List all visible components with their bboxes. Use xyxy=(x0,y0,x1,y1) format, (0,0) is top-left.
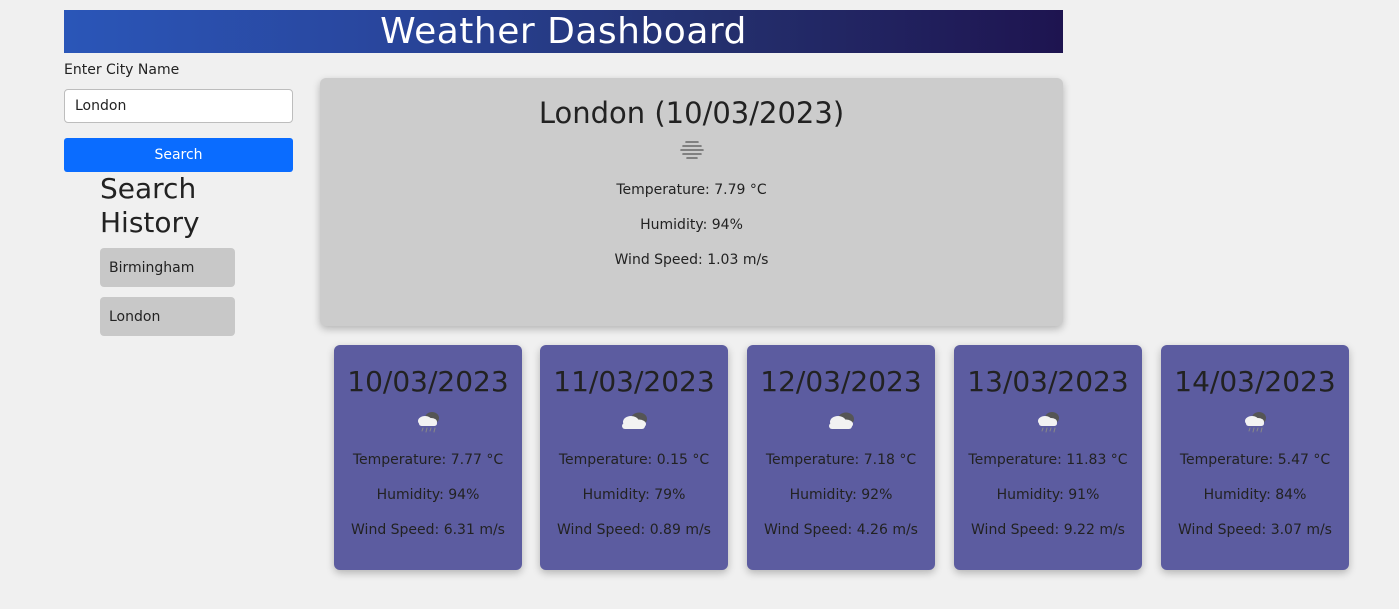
page-title: Weather Dashboard xyxy=(380,11,747,52)
page-header: Weather Dashboard xyxy=(64,10,1063,53)
history-item-birmingham[interactable]: Birmingham xyxy=(100,248,235,287)
cloudy-icon xyxy=(622,412,647,429)
forecast-humidity: Humidity: 91% xyxy=(996,487,1100,503)
rain-cloud-icon xyxy=(1245,412,1266,433)
forecast-card: 12/03/2023 Temperature: 7.18 °C Humidity… xyxy=(747,345,935,570)
city-input-label: Enter City Name xyxy=(64,62,180,78)
forecast-temperature: Temperature: 11.83 °C xyxy=(968,452,1128,468)
forecast-humidity: Humidity: 94% xyxy=(376,487,480,503)
current-weather-heading: London (10/03/2023) xyxy=(538,96,845,130)
forecast-humidity: Humidity: 79% xyxy=(582,487,686,503)
mist-icon xyxy=(679,141,704,159)
search-history-title: Search History xyxy=(100,172,200,239)
forecast-temperature: Temperature: 7.18 °C xyxy=(765,452,917,468)
forecast-date: 11/03/2023 xyxy=(553,365,715,398)
rain-cloud-icon xyxy=(418,412,439,433)
forecast-date: 13/03/2023 xyxy=(967,365,1129,398)
rain-cloud-icon xyxy=(1038,412,1059,433)
forecast-card: 13/03/2023 Temperature: 11.83 °C Humidit… xyxy=(954,345,1142,570)
forecast-temperature: Temperature: 0.15 °C xyxy=(558,452,710,468)
history-item-london[interactable]: London xyxy=(100,297,235,336)
forecast-card: 11/03/2023 Temperature: 0.15 °C Humidity… xyxy=(540,345,728,570)
forecast-temperature: Temperature: 5.47 °C xyxy=(1179,452,1331,468)
forecast-humidity: Humidity: 92% xyxy=(789,487,893,503)
forecast-wind-speed: Wind Speed: 9.22 m/s xyxy=(971,522,1125,538)
current-wind-speed: Wind Speed: 1.03 m/s xyxy=(614,252,769,268)
forecast-wind-speed: Wind Speed: 6.31 m/s xyxy=(351,522,505,538)
forecast-wind-speed: Wind Speed: 3.07 m/s xyxy=(1178,522,1332,538)
forecast-date: 10/03/2023 xyxy=(347,365,509,398)
forecast-card: 14/03/2023 Temperature: 5.47 °C Humidity… xyxy=(1161,345,1349,570)
current-weather-card: London (10/03/2023) Temperature: 7.79 °C… xyxy=(320,78,1063,326)
current-humidity: Humidity: 94% xyxy=(640,217,743,233)
forecast-date: 12/03/2023 xyxy=(760,365,922,398)
forecast-card: 10/03/2023 Temperature: 7.77 °C Humidity… xyxy=(334,345,522,570)
cloudy-icon xyxy=(829,412,854,429)
city-search-input[interactable] xyxy=(64,89,293,123)
forecast-humidity: Humidity: 84% xyxy=(1203,487,1307,503)
search-button[interactable]: Search xyxy=(64,138,293,172)
current-temperature: Temperature: 7.79 °C xyxy=(616,182,767,198)
forecast-wind-speed: Wind Speed: 4.26 m/s xyxy=(764,522,918,538)
forecast-temperature: Temperature: 7.77 °C xyxy=(352,452,504,468)
forecast-date: 14/03/2023 xyxy=(1174,365,1336,398)
forecast-wind-speed: Wind Speed: 0.89 m/s xyxy=(557,522,711,538)
